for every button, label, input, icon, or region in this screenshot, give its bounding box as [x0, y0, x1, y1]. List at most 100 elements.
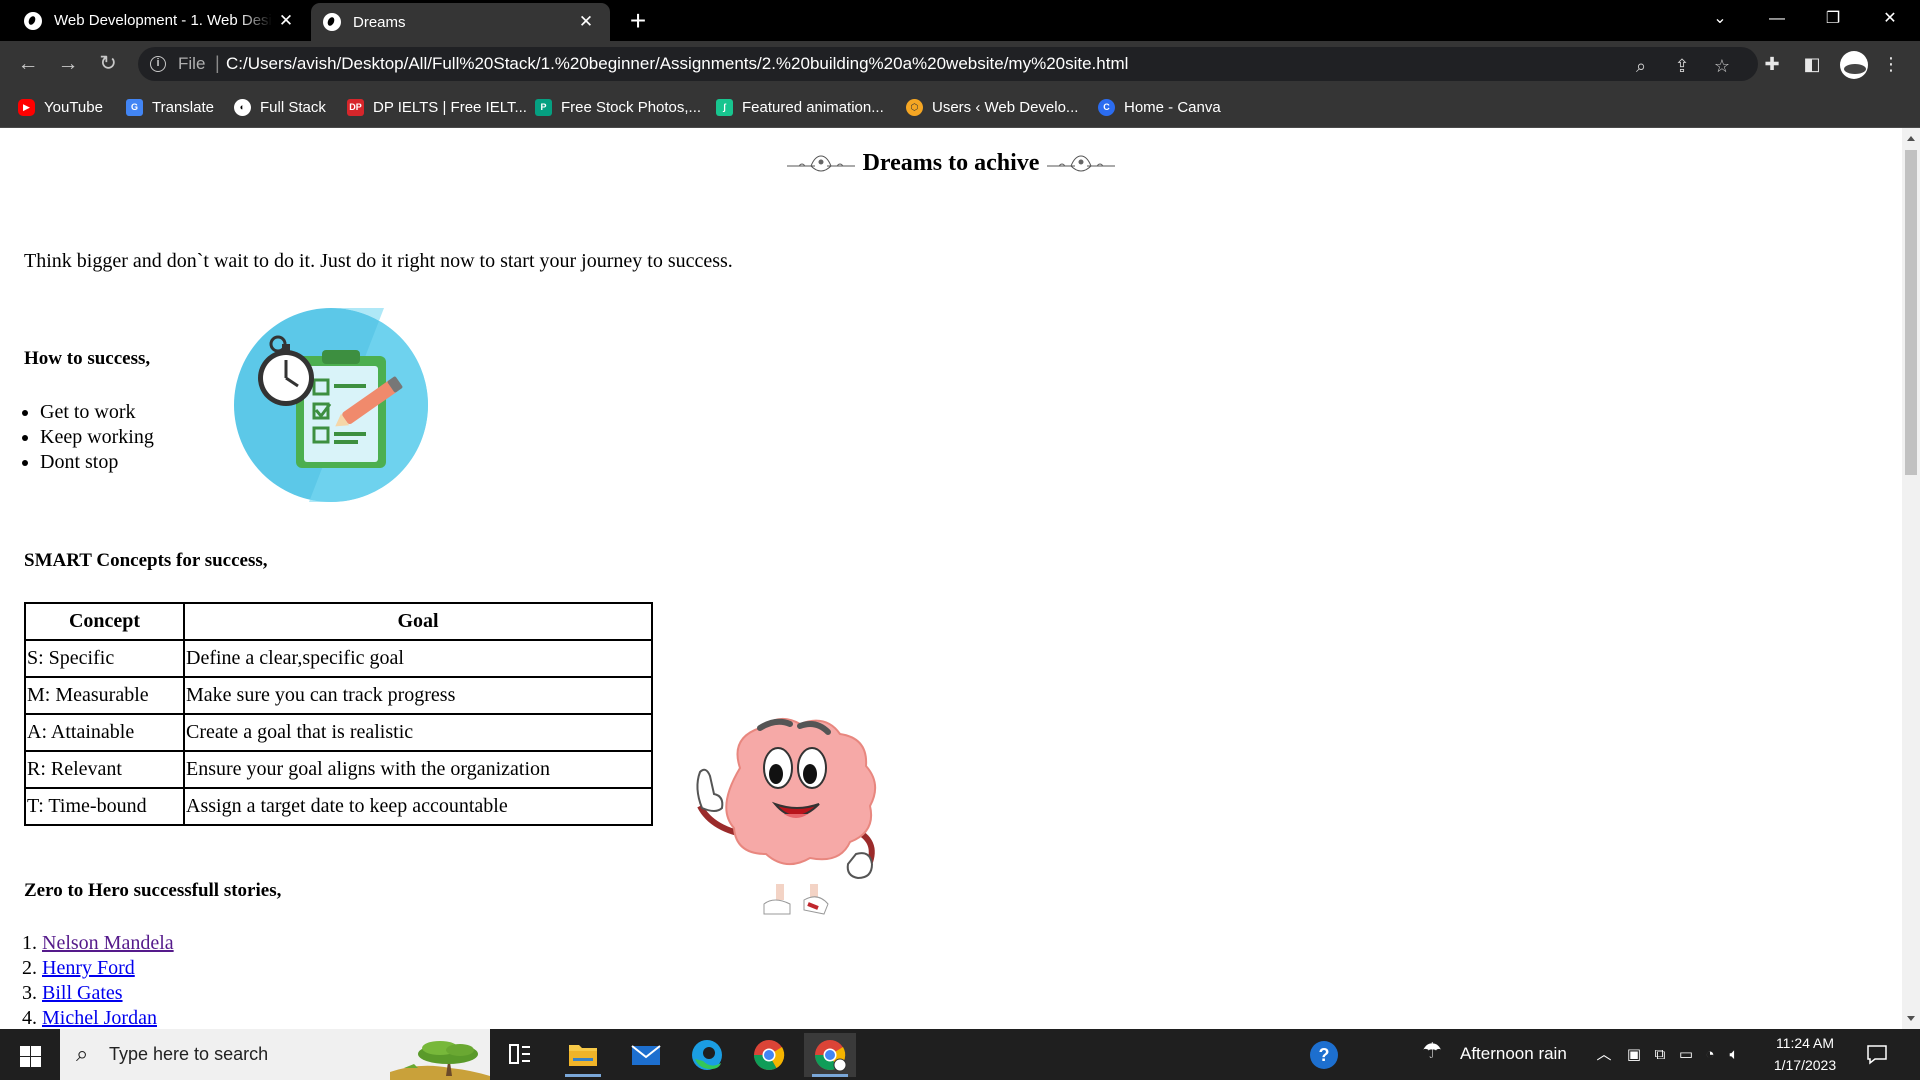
taskbar: ⌕ Type here to search ? ☂ Afternoon rain… [0, 1029, 1920, 1080]
url-text[interactable]: C:/Users/avish/Desktop/All/Full%20Stack/… [226, 54, 1128, 74]
search-icon: ⌕ [76, 1041, 89, 1066]
canva-icon: C [1098, 98, 1115, 116]
edge-icon[interactable] [681, 1033, 733, 1077]
window-close-icon[interactable]: ✕ [1862, 0, 1918, 38]
bookmark-users-web-develo[interactable]: ⬡ Users ‹ Web Develo... [906, 96, 1078, 118]
zoom-icon[interactable]: ⌕ [1630, 55, 1652, 77]
hexagon-icon: ⬡ [906, 98, 923, 116]
scrollbar-thumb[interactable] [1905, 150, 1917, 475]
system-clock[interactable]: 11:24 AM 1/17/2023 [1760, 1032, 1850, 1076]
extensions-icon[interactable]: ✚ [1761, 53, 1783, 75]
new-tab-button[interactable]: + [622, 4, 654, 38]
help-icon[interactable]: ? [1310, 1041, 1338, 1069]
page-heading: Dreams to achive [779, 150, 1124, 177]
chrome-profile-icon[interactable] [804, 1033, 856, 1077]
scroll-up-icon[interactable] [1907, 136, 1915, 141]
hero-heading: Zero to Hero successfull stories, [24, 880, 282, 901]
side-panel-icon[interactable]: ◧ [1801, 53, 1823, 75]
reload-icon[interactable]: ↻ [92, 48, 124, 80]
list-number: 3. [22, 982, 37, 1004]
list-number: 2. [22, 957, 37, 979]
tab-web-development[interactable]: Web Development - 1. Web Design ✕ [0, 0, 310, 41]
table-row: A: Attainable Create a goal that is real… [24, 713, 653, 752]
intro-paragraph: Think bigger and don`t wait to do it. Ju… [24, 250, 733, 272]
translate-icon: G [126, 98, 143, 116]
profile-avatar[interactable] [1840, 51, 1868, 79]
bookmark-label: YouTube [44, 98, 103, 116]
bookmark-label: Translate [152, 98, 214, 116]
bookmark-label: Users ‹ Web Develo... [932, 98, 1079, 116]
column-header-goal: Goal [183, 602, 653, 641]
list-number: 1. [22, 932, 37, 954]
address-bar[interactable]: i File | C:/Users/avish/Desktop/All/Full… [138, 47, 1758, 81]
page-scrollbar[interactable] [1902, 128, 1920, 1029]
bookmark-home-canva[interactable]: C Home - Canva [1098, 96, 1221, 118]
url-scheme: File [178, 54, 206, 73]
forward-icon[interactable]: → [52, 48, 84, 80]
link-bill-gates[interactable]: Bill Gates [42, 982, 123, 1004]
display-icon[interactable]: ⧉ [1650, 1045, 1670, 1065]
table-cell: Make sure you can track progress [183, 676, 653, 715]
share-icon[interactable]: ⇪ [1671, 55, 1693, 77]
clock-date: 1/17/2023 [1773, 1057, 1837, 1073]
file-explorer-icon[interactable] [557, 1033, 609, 1077]
bookmark-label: Home - Canva [1124, 98, 1221, 116]
close-icon[interactable]: ✕ [572, 12, 600, 32]
scroll-down-icon[interactable] [1907, 1016, 1915, 1021]
wifi-icon[interactable]: ◔ [1700, 1045, 1720, 1065]
pexels-icon: P [535, 98, 552, 116]
list-item: Get to work [40, 400, 154, 425]
bookmark-label: DP IELTS | Free IELT... [373, 98, 527, 116]
lottie-icon: ʃ [716, 98, 733, 116]
tab-dreams[interactable]: Dreams ✕ [311, 3, 610, 41]
weather-text[interactable]: Afternoon rain [1460, 1044, 1567, 1064]
windows-start-icon[interactable] [8, 1039, 52, 1071]
tab-search-icon[interactable]: ⌄ [1692, 0, 1748, 38]
bookmark-youtube[interactable]: ▶ YouTube [18, 96, 103, 118]
bookmark-star-icon[interactable]: ☆ [1711, 55, 1733, 77]
page-content: Dreams to achive Think bigger and don`t … [0, 128, 1902, 1029]
column-header-concept: Concept [24, 602, 185, 641]
bookmark-featured-animation[interactable]: ʃ Featured animation... [716, 96, 884, 118]
table-row: M: Measurable Make sure you can track pr… [24, 676, 653, 715]
mail-icon[interactable] [620, 1033, 672, 1077]
table-cell: S: Specific [24, 639, 185, 678]
chevron-up-icon[interactable]: ︿ [1594, 1045, 1614, 1065]
ornament-right-icon [1047, 154, 1116, 172]
tab-title: Web Development - 1. Web Design [54, 12, 272, 29]
link-michel-jordan[interactable]: Michel Jordan [42, 1007, 157, 1029]
table-row: T: Time-bound Assign a target date to ke… [24, 787, 653, 826]
bookmark-translate[interactable]: G Translate [126, 96, 214, 118]
close-icon[interactable]: ✕ [272, 11, 300, 31]
browser-toolbar: ← → ↻ i File | C:/Users/avish/Desktop/Al… [0, 41, 1920, 87]
minimize-icon[interactable]: — [1749, 0, 1805, 38]
bookmark-full-stack[interactable]: ◐ Full Stack [234, 96, 326, 118]
list-item: Keep working [40, 425, 154, 450]
link-nelson-mandela[interactable]: Nelson Mandela [42, 932, 174, 954]
youtube-icon: ▶ [18, 98, 35, 116]
table-cell: Create a goal that is realistic [183, 713, 653, 752]
bookmark-label: Free Stock Photos,... [561, 98, 702, 116]
volume-icon[interactable]: 🔈︎ [1724, 1045, 1744, 1065]
heading-text: Dreams to achive [862, 150, 1040, 176]
table-cell: Ensure your goal aligns with the organiz… [183, 750, 653, 789]
list-item: 4. Michel Jordan [22, 1006, 174, 1029]
menu-icon[interactable]: ⋮ [1880, 53, 1902, 75]
restore-icon[interactable]: ❐ [1805, 0, 1861, 38]
bookmark-label: Full Stack [260, 98, 326, 116]
globe-icon: ◐ [234, 98, 251, 116]
battery-icon[interactable]: ▭ [1676, 1045, 1696, 1065]
back-icon[interactable]: ← [12, 48, 44, 80]
bookmark-free-stock-photos[interactable]: P Free Stock Photos,... [535, 96, 701, 118]
taskbar-search[interactable]: ⌕ Type here to search [60, 1029, 490, 1080]
smart-heading: SMART Concepts for success, [24, 550, 268, 571]
bookmark-dp-ielts[interactable]: DP DP IELTS | Free IELT... [347, 96, 527, 118]
info-icon[interactable]: i [150, 56, 166, 72]
notifications-icon[interactable] [1866, 1043, 1888, 1065]
meet-icon[interactable]: ▣ [1624, 1045, 1644, 1065]
link-henry-ford[interactable]: Henry Ford [42, 957, 135, 979]
rain-umbrella-icon[interactable]: ☂ [1422, 1040, 1442, 1062]
task-view-icon[interactable] [494, 1033, 546, 1077]
chrome-icon[interactable] [743, 1033, 795, 1077]
table-cell: Assign a target date to keep accountable [183, 787, 653, 826]
